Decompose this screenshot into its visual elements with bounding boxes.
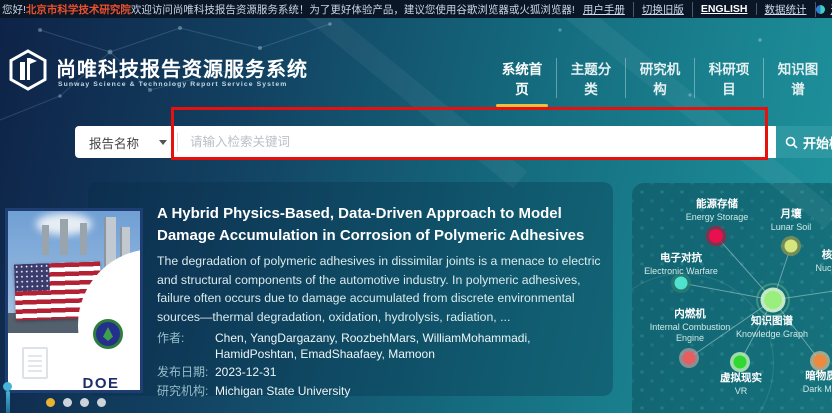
- cover-doc-type: Report: [70, 391, 132, 393]
- graph-node-label-en-energy-storage: Energy Storage: [686, 212, 749, 222]
- search-icon: [785, 136, 798, 149]
- graph-node-label-zh-electronic-warfare: 电子对抗: [660, 251, 702, 264]
- graph-edge: [716, 236, 773, 300]
- graph-node-label-zh-dark-matter: 暗物质: [805, 369, 832, 382]
- nav-tab-topic-category[interactable]: 主题分类: [556, 58, 625, 98]
- graph-node-label-en-internal-combustion-engine: Internal Combustion: [650, 322, 731, 332]
- graph-node-electronic-warfare[interactable]: [675, 277, 688, 290]
- report-metadata: 作者:Chen, YangDargazany, RoozbehMars, Wil…: [157, 330, 605, 401]
- org-name: 北京市科学技术研究院: [26, 2, 131, 17]
- metadata-row: 发布日期:2023-12-31: [157, 364, 605, 380]
- data-stats-icon: [816, 5, 825, 14]
- graph-node-label-en-dark-matter: Dark Mat: [803, 384, 832, 394]
- greeting-suffix: 欢迎访问尚唯科技报告资源服务系统！为了更好体验产品，建议您使用谷歌浏览器或火狐浏…: [131, 2, 575, 17]
- metadata-label: 作者:: [157, 330, 215, 362]
- topbar-link-data-stats[interactable]: 数据统计: [757, 2, 816, 17]
- topbar-link-english[interactable]: ENGLISH: [693, 3, 757, 15]
- carousel-dot-1[interactable]: [63, 398, 72, 407]
- metadata-value: Chen, YangDargazany, RoozbehMars, Willia…: [215, 330, 605, 362]
- cover-bottom: DOE Report: [8, 333, 140, 393]
- graph-node-label-zh-vr: 虚拟现实: [720, 371, 762, 384]
- nav-tab-knowledge-graph[interactable]: 知识图谱: [763, 58, 832, 98]
- graph-node-label-en-nuclear: Nucle: [815, 263, 832, 273]
- carousel-dot-3[interactable]: [97, 398, 106, 407]
- chimney-graphic: [60, 219, 68, 255]
- report-cover-thumbnail[interactable]: DOE Report: [5, 208, 143, 393]
- search-category-label: 报告名称: [89, 133, 139, 152]
- graph-node-energy-storage[interactable]: [709, 229, 723, 243]
- chimney-graphic: [42, 225, 49, 255]
- scroll-handle[interactable]: [3, 382, 12, 413]
- topbar-links: 用户手册切换旧版ENGLISH数据统计进: [575, 2, 832, 17]
- report-abstract: The degradation of polymeric adhesives i…: [157, 252, 615, 327]
- topbar-link-partial[interactable]: 进: [829, 2, 832, 17]
- doe-seal-icon: [93, 319, 123, 349]
- metadata-value: Michigan State University: [215, 383, 350, 399]
- chimney-graphic: [80, 223, 87, 255]
- nav-tab-research-projects[interactable]: 科研项目: [694, 58, 763, 98]
- search-bar-white: 报告名称: [75, 126, 776, 158]
- cover-agency: DOE: [70, 375, 132, 392]
- carousel-dot-2[interactable]: [80, 398, 89, 407]
- metadata-label: 研究机构:: [157, 383, 215, 399]
- site-title: 尚唯科技报告资源服务系统: [56, 53, 308, 82]
- scroll-bar: [6, 391, 10, 413]
- logo-hexagon-icon: [6, 48, 50, 92]
- report-title[interactable]: A Hybrid Physics-Based, Data-Driven Appr…: [157, 203, 619, 247]
- nav-tab-research-institutions[interactable]: 研究机构: [625, 58, 694, 98]
- graph-node-label-en-electronic-warfare: Electronic Warfare: [644, 266, 718, 276]
- metadata-row: 作者:Chen, YangDargazany, RoozbehMars, Wil…: [157, 330, 605, 362]
- topbar: 您好!北京市科学技术研究院欢迎访问尚唯科技报告资源服务系统！为了更好体验产品，建…: [0, 0, 832, 18]
- graph-node-label-en2-internal-combustion-engine: Engine: [676, 333, 704, 343]
- graph-node-label-zh-lunar-soil: 月壤: [780, 207, 802, 220]
- graph-node-label-zh-energy-storage: 能源存储: [696, 197, 738, 210]
- knowledge-graph-visualization: 能源存储 Energy Storage 月壤 Lunar Soil 电子对抗 Electr…: [632, 183, 832, 413]
- chevron-down-icon: [159, 140, 167, 145]
- search-category-dropdown[interactable]: 报告名称: [75, 133, 177, 152]
- page: 您好!北京市科学技术研究院欢迎访问尚唯科技报告资源服务系统！为了更好体验产品，建…: [0, 0, 832, 413]
- graph-node-label-en-vr: VR: [735, 386, 748, 396]
- nav-tab-home[interactable]: 系统首页: [488, 58, 556, 107]
- carousel-dot-0[interactable]: [46, 398, 55, 407]
- graph-node-lunar-soil[interactable]: [785, 240, 798, 253]
- graph-node-label-zh-knowledge-graph: 知识图谱: [751, 314, 793, 327]
- search-button[interactable]: 开始检索: [776, 126, 832, 158]
- graph-node-vr[interactable]: [734, 356, 747, 369]
- graph-node-internal-combustion-engine[interactable]: [683, 352, 696, 365]
- metadata-value: 2023-12-31: [215, 364, 276, 380]
- graph-node-label-en-lunar-soil: Lunar Soil: [771, 222, 812, 232]
- graph-node-label-en-knowledge-graph: Knowledge Graph: [736, 329, 808, 339]
- scroll-knob: [3, 382, 12, 391]
- topbar-link-user-manual[interactable]: 用户手册: [575, 2, 634, 17]
- graph-node-knowledge-graph[interactable]: [764, 291, 782, 309]
- document-icon: [22, 347, 48, 379]
- topbar-greeting: 您好!北京市科学技术研究院欢迎访问尚唯科技报告资源服务系统！为了更好体验产品，建…: [2, 2, 575, 17]
- flag-canton: [14, 263, 50, 291]
- graph-node-label-zh-nuclear: 核: [822, 248, 832, 261]
- main-nav: 系统首页主题分类研究机构科研项目知识图谱: [488, 58, 832, 107]
- search-button-label: 开始检索: [803, 133, 832, 152]
- cover-photo: [8, 211, 140, 333]
- search-input[interactable]: [178, 126, 776, 158]
- greeting-prefix: 您好!: [2, 2, 26, 17]
- metadata-row: 研究机构:Michigan State University: [157, 383, 605, 399]
- search-bar: 报告名称 开始检索: [75, 126, 832, 158]
- site-subtitle: Sunway Science & Technology Report Servi…: [58, 81, 287, 88]
- graph-node-label-zh-internal-combustion-engine: 内燃机: [674, 307, 706, 320]
- topbar-link-legacy-version[interactable]: 切换旧版: [634, 2, 693, 17]
- carousel-dots: [46, 398, 106, 407]
- graph-node-dark-matter[interactable]: [814, 355, 827, 368]
- metadata-label: 发布日期:: [157, 364, 215, 380]
